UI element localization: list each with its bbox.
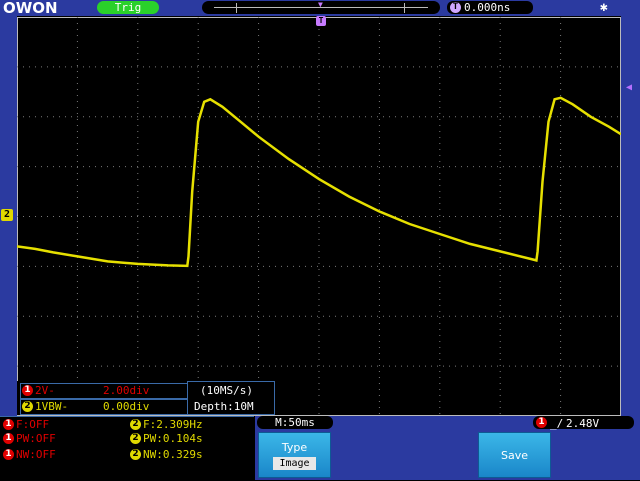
ch2-nw-badge-icon: 2 [130,449,141,460]
ch2-f-badge-icon: 2 [130,419,141,430]
ch2-offset-marker[interactable]: 2 [1,209,13,221]
ch2-positive-width: PW:0.104s [143,432,203,445]
waveform-display [17,17,621,416]
measure-row2-label: 1VBW- [35,400,69,413]
trigger-position-marker[interactable]: T [316,16,326,26]
trigger-level-value: 2.48V [566,417,600,430]
ch1-pw-badge-icon: 1 [3,433,14,444]
trigger-level-arrow-icon[interactable]: ◀ [626,82,632,93]
ch2-frequency: F:2.309Hz [143,418,203,431]
measure-row1-value: 2.00div [103,384,150,397]
ch1-f-badge-icon: 1 [3,419,14,430]
type-softkey[interactable]: Type Image [258,432,331,478]
trigger-source-badge-icon: 1 [536,417,547,428]
trigger-status-badge: Trig [97,1,159,14]
ch1-nw-badge-icon: 1 [3,449,14,460]
ch1-badge-icon: 1 [22,385,33,396]
graticule-grid [17,17,621,416]
ch2-negative-width: NW:0.329s [143,448,203,461]
settings-corner-icon[interactable]: ✱ [600,1,614,15]
type-softkey-value: Image [273,457,316,470]
rising-edge-icon: _/ [550,417,564,430]
ch2-pw-badge-icon: 2 [130,433,141,444]
trigger-time-value: 0.000ns [464,1,511,14]
trigger-arrow-icon: ▼ [318,0,323,9]
ch2-badge-icon: 2 [22,401,33,412]
ch2-waveform [17,96,621,268]
timebase-display: M:50ms [257,416,333,429]
ch1-frequency: F:OFF [16,418,50,431]
measure-row2-value: 0.00div [103,400,150,413]
type-softkey-label: Type [281,441,308,454]
save-softkey-label: Save [500,449,528,462]
save-softkey[interactable]: Save [478,432,551,478]
timeline-window-left [236,3,237,13]
measure-row1-label: 2V- [35,384,55,397]
timeline-window-right [404,3,405,13]
sample-rate: (10MS/s) [200,384,253,397]
trigger-position-icon: T [450,2,461,13]
memory-depth: Depth:10M [194,400,254,413]
brand-logo: OWON [3,0,58,17]
right-panel [621,16,640,416]
ch1-positive-width: PW:OFF [16,432,56,445]
ch1-negative-width: NW:OFF [16,448,56,461]
